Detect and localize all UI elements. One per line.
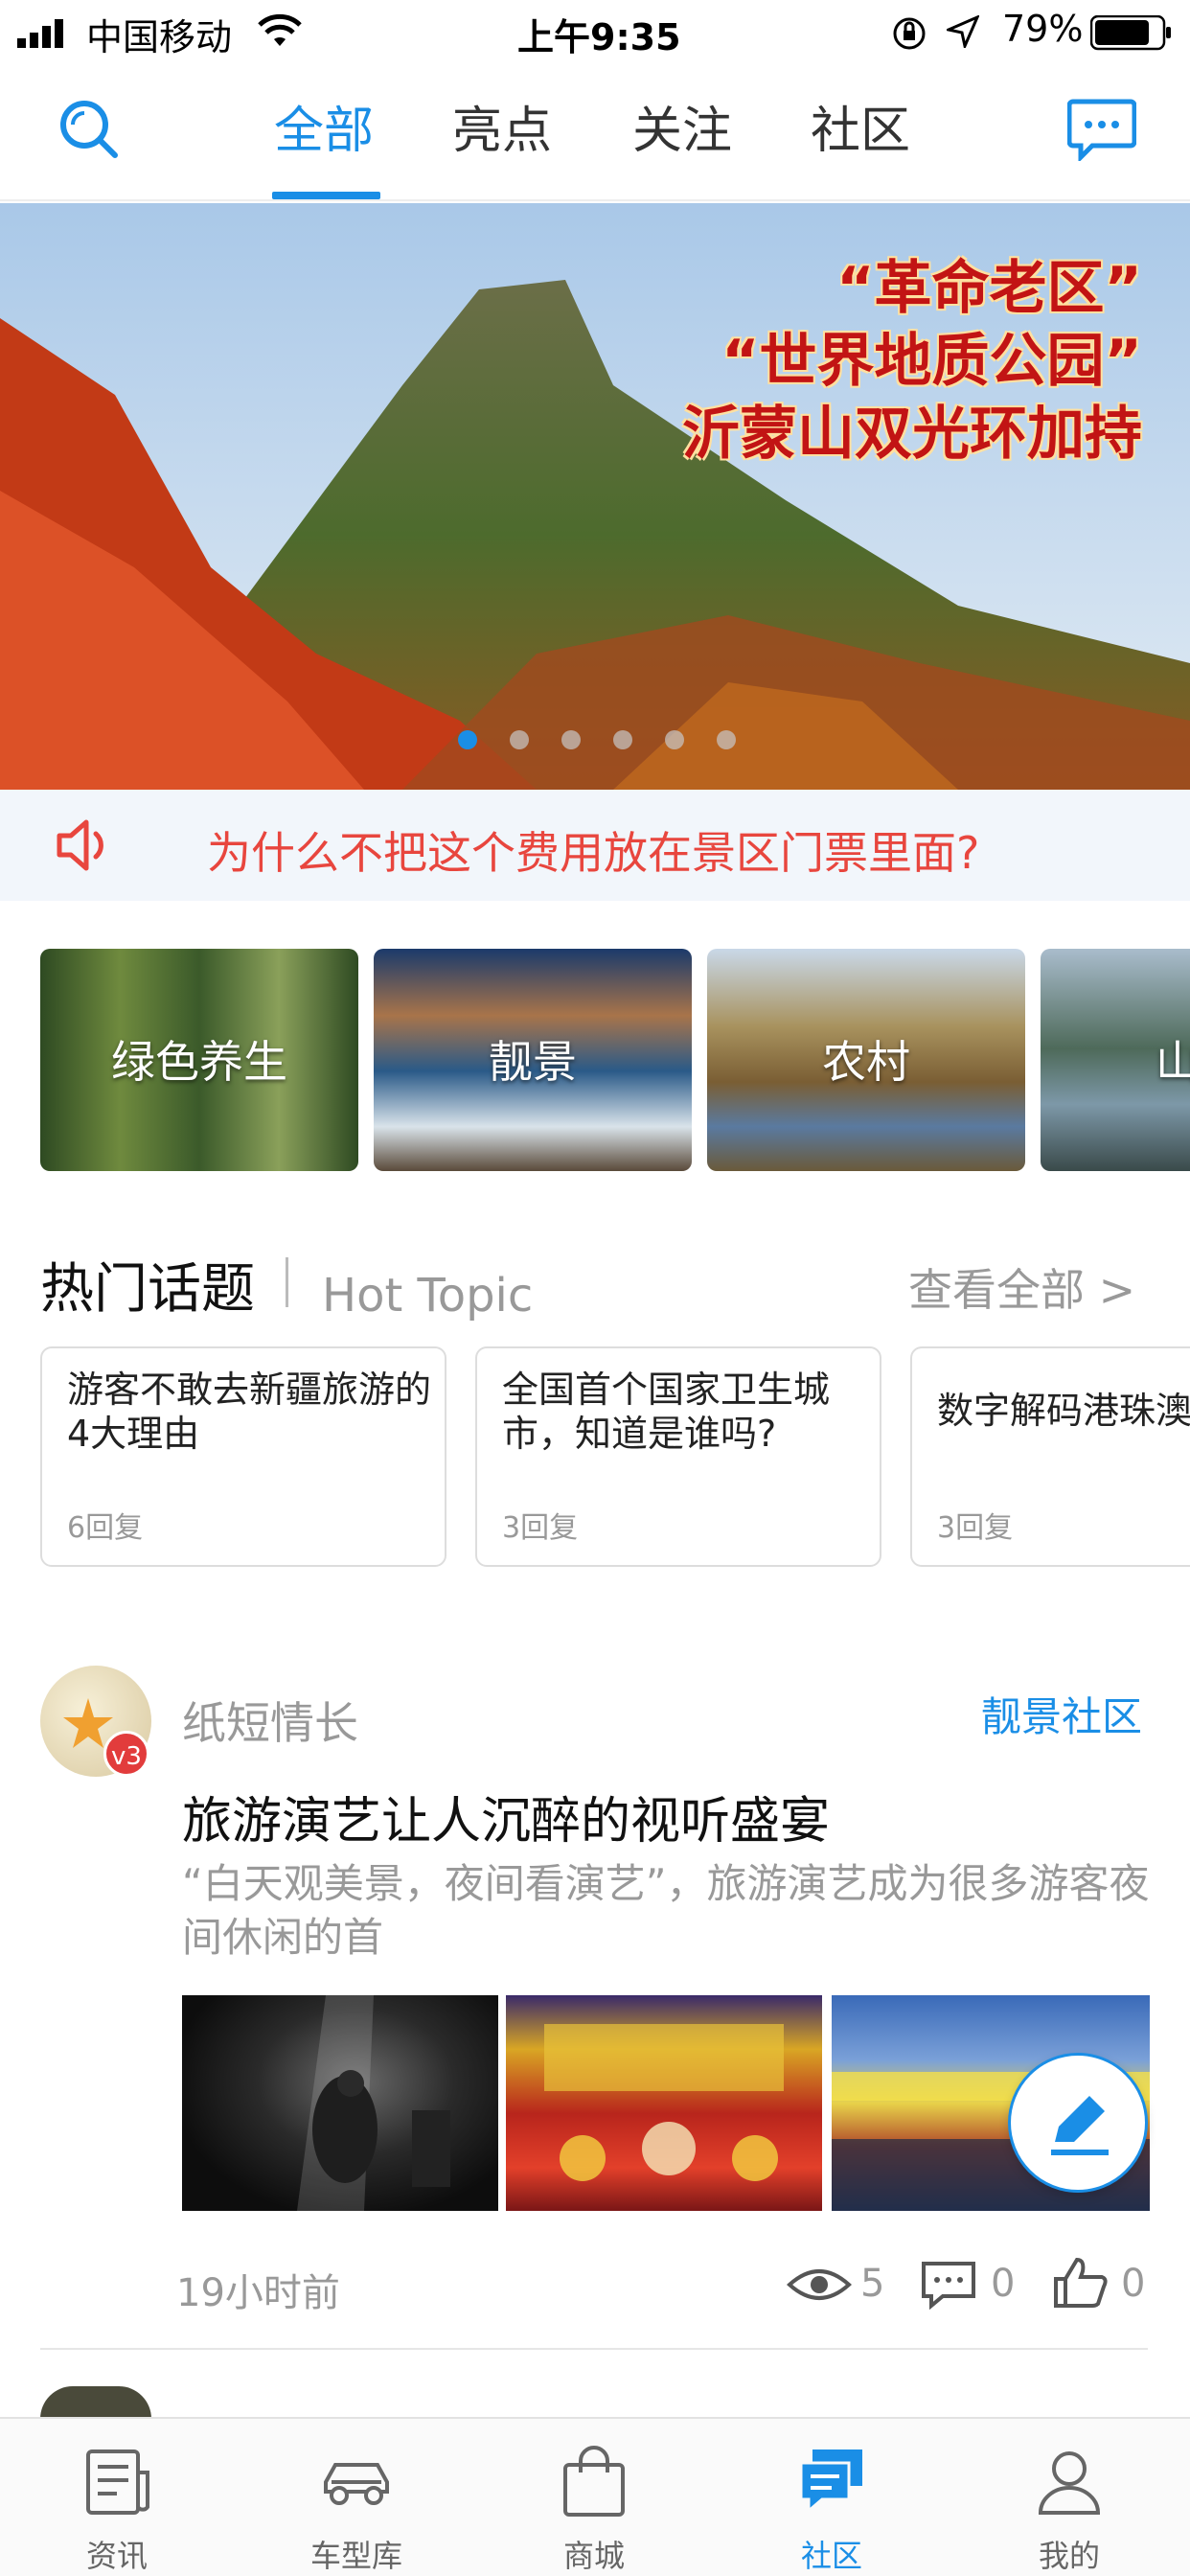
banner-carousel[interactable]: “革命老区” “世界地质公园” 沂蒙山双光环加持 [0, 203, 1190, 790]
notice-text: 为什么不把这个费用放在景区门票里面? [207, 827, 980, 879]
carousel-dot[interactable] [613, 730, 632, 749]
view-count: 5 [860, 2262, 885, 2306]
carousel-dot[interactable] [665, 730, 684, 749]
tab-car-library[interactable]: 车型库 [270, 2532, 443, 2576]
post-author[interactable]: 纸短情长 [182, 1689, 358, 1752]
section-divider [286, 1257, 288, 1307]
carousel-dot[interactable] [561, 730, 581, 749]
hot-topic-title: 热门话题 [40, 1258, 255, 1321]
message-icon[interactable] [1067, 98, 1136, 161]
active-tab-indicator [272, 192, 380, 199]
battery-percent: 79% [1002, 8, 1084, 50]
tab-community[interactable]: 社区 [811, 90, 910, 162]
carrier-name: 中国移动 [86, 16, 233, 58]
tab-profile[interactable]: 我的 [983, 2532, 1156, 2576]
tab-following[interactable]: 关注 [632, 90, 732, 162]
level-badge: v3 [103, 1731, 149, 1777]
category-label: 山 [1156, 1036, 1190, 1088]
carousel-dot[interactable] [717, 730, 736, 749]
topic-reply-count: 6回复 [67, 1511, 144, 1545]
bottom-tab-bar: 资讯 车型库 商城 社区 我的 [0, 2417, 1190, 2576]
notice-bar[interactable]: 为什么不把这个费用放在景区门票里面? [0, 790, 1190, 901]
shopping-bag-icon[interactable] [556, 2444, 632, 2520]
topic-title: 全国首个国家卫生城市，知道是谁吗? [502, 1368, 831, 1455]
post-title[interactable]: 旅游演艺让人沉醉的视听盛宴 [182, 1781, 830, 1852]
post-image[interactable] [506, 1995, 822, 2211]
carousel-dot[interactable] [510, 730, 529, 749]
wifi-icon [258, 13, 302, 46]
category-card[interactable]: 农村 [707, 949, 1025, 1171]
compose-button[interactable] [1008, 2053, 1148, 2193]
banner-caption-line3: 沂蒙山双光环加持 [682, 401, 1142, 468]
topic-card[interactable]: 数字解码港珠澳 3回复 [910, 1346, 1190, 1567]
news-icon[interactable] [79, 2444, 155, 2520]
topic-title: 游客不敢去新疆旅游的4大理由 [67, 1368, 432, 1455]
user-icon[interactable] [1031, 2444, 1108, 2520]
topic-card[interactable]: 全国首个国家卫生城市，知道是谁吗? 3回复 [475, 1346, 881, 1567]
topic-card[interactable]: 游客不敢去新疆旅游的4大理由 6回复 [40, 1346, 446, 1567]
category-card[interactable]: 绿色养生 [40, 949, 358, 1171]
view-all-link[interactable]: 查看全部 > [908, 1255, 1135, 1319]
top-nav: 全部 亮点 关注 社区 [0, 63, 1190, 201]
like-count: 0 [1121, 2262, 1146, 2306]
post-excerpt[interactable]: “白天观美景，夜间看演艺”，旅游演艺成为很多游客夜间休闲的首 [182, 1857, 1150, 1965]
topic-reply-count: 3回复 [937, 1511, 1014, 1545]
post-community-link[interactable]: 靓景社区 [981, 1685, 1142, 1743]
signal-icon [17, 19, 63, 48]
topic-title: 数字解码港珠澳 [937, 1390, 1190, 1432]
next-post-avatar[interactable] [40, 2386, 151, 2419]
category-label: 靓景 [489, 1036, 577, 1088]
category-card[interactable]: 山 [1041, 949, 1190, 1171]
stage-photo [544, 2024, 784, 2181]
dancer-photo [297, 1995, 450, 2211]
post-time: 19小时前 [176, 2271, 340, 2315]
topic-reply-count: 3回复 [502, 1511, 579, 1545]
category-label: 农村 [822, 1036, 910, 1088]
status-bar: 中国移动 上午9:35 79% [0, 0, 1190, 63]
battery-icon [1090, 15, 1171, 51]
tab-highlights[interactable]: 亮点 [452, 90, 552, 162]
thumbs-up-icon[interactable] [1052, 2256, 1110, 2310]
category-card[interactable]: 靓景 [374, 949, 692, 1171]
search-icon[interactable] [56, 96, 123, 163]
carousel-dot[interactable] [458, 730, 477, 749]
speaker-icon [57, 819, 103, 871]
orientation-lock-icon [893, 17, 926, 50]
clock: 上午9:35 [517, 16, 681, 58]
tab-all[interactable]: 全部 [274, 90, 374, 162]
comment-count: 0 [991, 2262, 1016, 2306]
comment-icon[interactable] [920, 2260, 977, 2310]
hot-topic-subtitle: Hot Topic [322, 1269, 534, 1322]
post-image[interactable] [182, 1995, 498, 2211]
banner-caption-line2: “世界地质公园” [721, 328, 1142, 395]
eye-icon [787, 2269, 852, 2300]
tab-news[interactable]: 资讯 [31, 2532, 203, 2576]
tab-community-bottom[interactable]: 社区 [745, 2532, 918, 2576]
location-icon [947, 15, 979, 48]
feed-divider [40, 2348, 1148, 2350]
tab-mall[interactable]: 商城 [508, 2532, 680, 2576]
banner-caption-line1: “革命老区” [836, 255, 1142, 322]
category-label: 绿色养生 [111, 1036, 287, 1088]
car-icon[interactable] [318, 2444, 395, 2520]
community-icon[interactable] [793, 2444, 870, 2520]
pencil-icon [1051, 2096, 1109, 2155]
